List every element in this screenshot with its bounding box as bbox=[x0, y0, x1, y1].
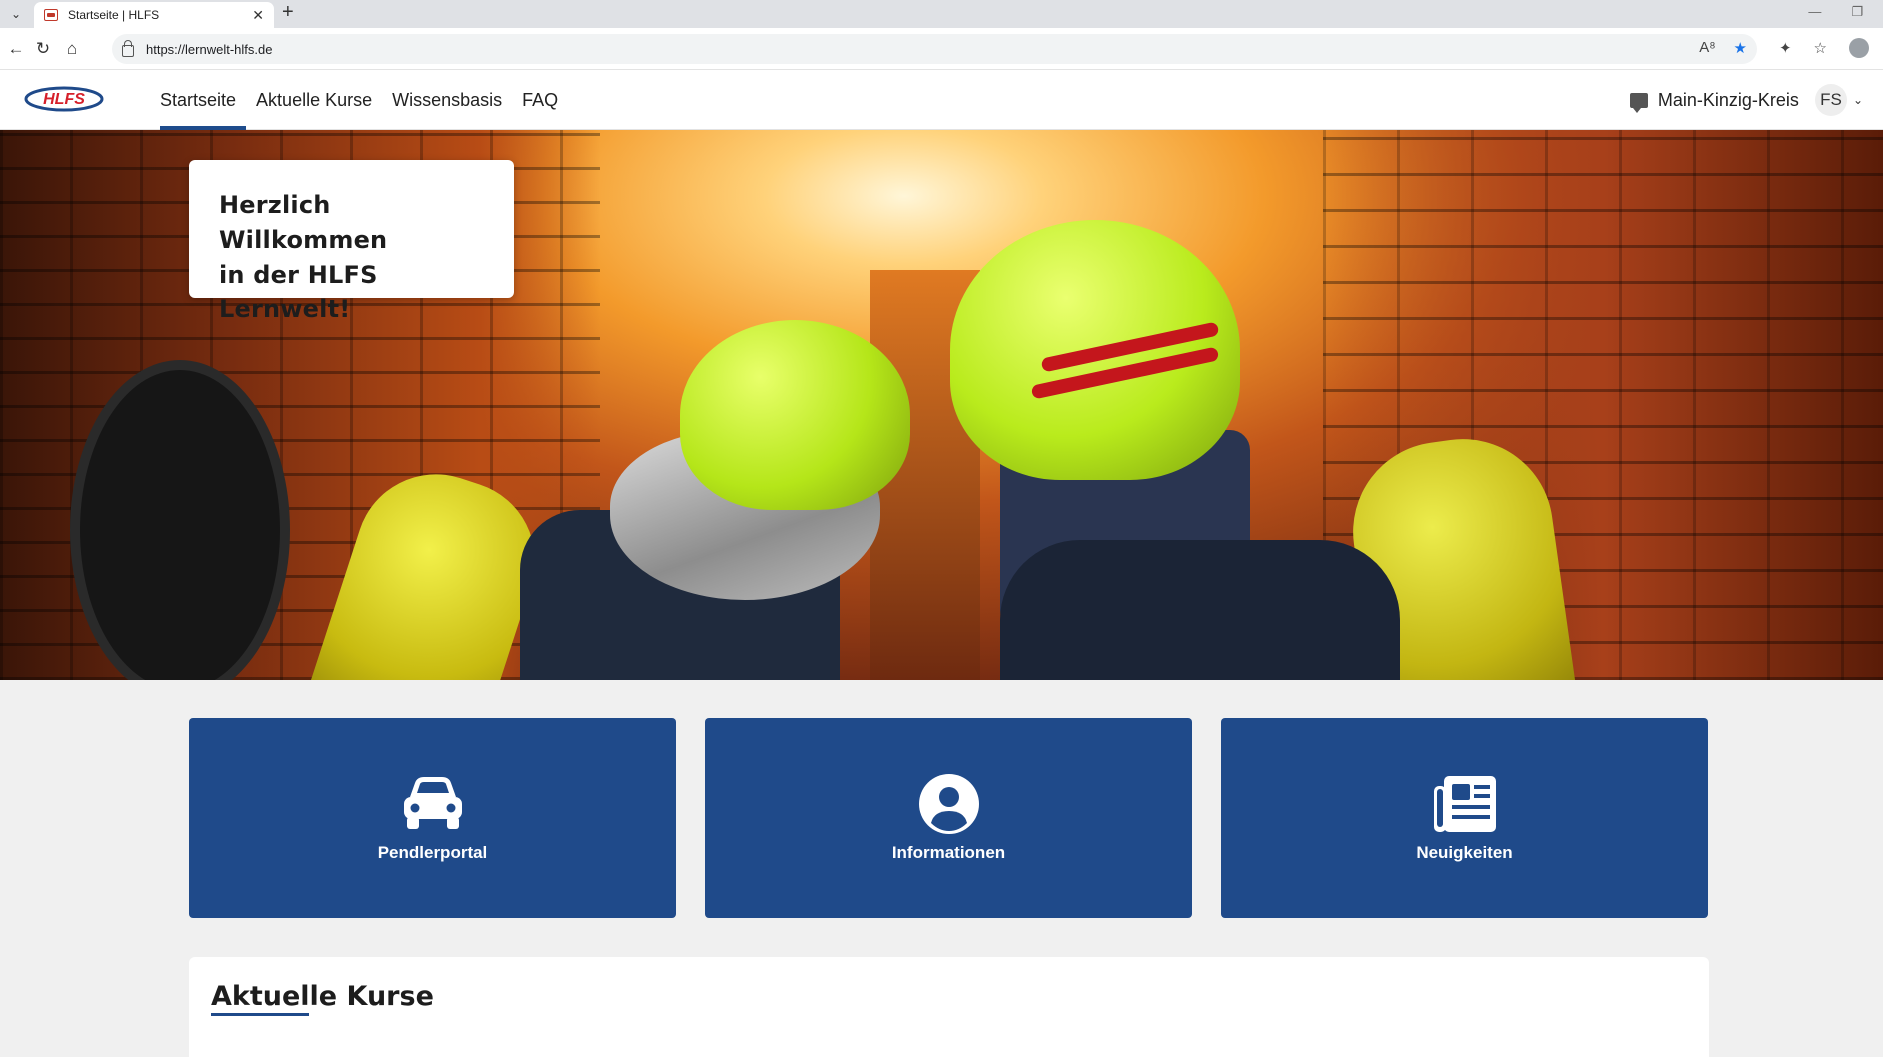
favorites-icon[interactable]: ☆ bbox=[1814, 39, 1827, 57]
svg-text:HLFS: HLFS bbox=[43, 91, 85, 108]
back-icon[interactable]: ← bbox=[6, 39, 26, 59]
browser-tab-bar: ⌄ Startseite | HLFS ✕ + — ❐ bbox=[0, 0, 1883, 28]
hlfs-logo[interactable]: HLFS bbox=[24, 84, 104, 114]
tile-label: Pendlerportal bbox=[377, 843, 488, 862]
courses-title: Aktuelle Kurse bbox=[211, 981, 434, 1012]
nav-faq[interactable]: FAQ bbox=[512, 70, 568, 130]
newspaper-icon bbox=[1433, 776, 1496, 832]
tab-close-icon[interactable]: ✕ bbox=[252, 7, 264, 24]
district-selector[interactable]: Main-Kinzig-Kreis bbox=[1658, 90, 1799, 111]
hero-image-firefighter-right bbox=[1000, 540, 1400, 680]
address-bar[interactable]: https://lernwelt-hlfs.de A⁸ ★ bbox=[112, 34, 1757, 64]
url-text[interactable]: https://lernwelt-hlfs.de bbox=[146, 42, 272, 57]
welcome-card: Herzlich Willkommen in der HLFS Lernwelt… bbox=[189, 160, 514, 323]
window-controls: — ❐ bbox=[1808, 4, 1863, 20]
welcome-line-1: Herzlich Willkommen bbox=[219, 191, 388, 254]
favorite-star-icon[interactable]: ★ bbox=[1734, 39, 1747, 57]
courses-heading: Aktuelle Kurse bbox=[211, 981, 434, 1016]
nav-aktuelle-kurse[interactable]: Aktuelle Kurse bbox=[246, 70, 382, 130]
tab-title: Startseite | HLFS bbox=[68, 8, 160, 22]
main-nav: Startseite Aktuelle Kurse Wissensbasis F… bbox=[150, 70, 568, 130]
tile-neuigkeiten[interactable]: Neuigkeiten bbox=[1221, 718, 1708, 918]
tile-label: Informationen bbox=[891, 843, 1006, 862]
favicon-icon bbox=[44, 9, 58, 21]
tab-list-chevron-icon[interactable]: ⌄ bbox=[6, 5, 26, 23]
nav-startseite[interactable]: Startseite bbox=[150, 70, 247, 130]
browser-tab[interactable]: Startseite | HLFS ✕ bbox=[34, 2, 274, 28]
hero-image-helmet-left bbox=[680, 320, 910, 510]
minimize-icon[interactable]: — bbox=[1808, 4, 1821, 20]
extensions-icon[interactable]: ✦ bbox=[1779, 39, 1792, 57]
site-header: HLFS Startseite Aktuelle Kurse Wissensba… bbox=[0, 70, 1883, 130]
chat-icon[interactable] bbox=[1629, 92, 1648, 113]
hero-image-hose-reel bbox=[70, 360, 290, 680]
user-circle-icon bbox=[918, 774, 979, 834]
courses-heading-underline bbox=[211, 1013, 309, 1016]
new-tab-icon[interactable]: + bbox=[282, 1, 294, 24]
reload-icon[interactable]: ↻ bbox=[33, 39, 53, 59]
read-aloud-icon[interactable]: A⁸ bbox=[1699, 39, 1715, 57]
lock-icon[interactable] bbox=[122, 40, 134, 57]
browser-toolbar: ← ↻ ⌂ https://lernwelt-hlfs.de A⁸ ★ ✦ ☆ bbox=[0, 28, 1883, 70]
car-icon bbox=[403, 777, 462, 829]
tile-pendlerportal[interactable]: Pendlerportal bbox=[189, 718, 676, 918]
restore-icon[interactable]: ❐ bbox=[1851, 4, 1863, 20]
tile-informationen[interactable]: Informationen bbox=[705, 718, 1192, 918]
quick-link-tiles: Pendlerportal Informationen Neuigkeiten bbox=[189, 718, 1708, 918]
chevron-down-icon[interactable]: ⌄ bbox=[1853, 93, 1863, 107]
courses-section: Aktuelle Kurse bbox=[189, 957, 1709, 1057]
browser-profile-icon[interactable] bbox=[1849, 38, 1869, 58]
home-icon[interactable]: ⌂ bbox=[62, 39, 82, 59]
user-avatar[interactable]: FS bbox=[1814, 84, 1847, 116]
nav-wissensbasis[interactable]: Wissensbasis bbox=[382, 70, 512, 130]
welcome-heading: Herzlich Willkommen in der HLFS Lernwelt… bbox=[219, 188, 486, 327]
welcome-line-2: in der HLFS Lernwelt! bbox=[219, 260, 378, 324]
tile-label: Neuigkeiten bbox=[1416, 843, 1513, 862]
